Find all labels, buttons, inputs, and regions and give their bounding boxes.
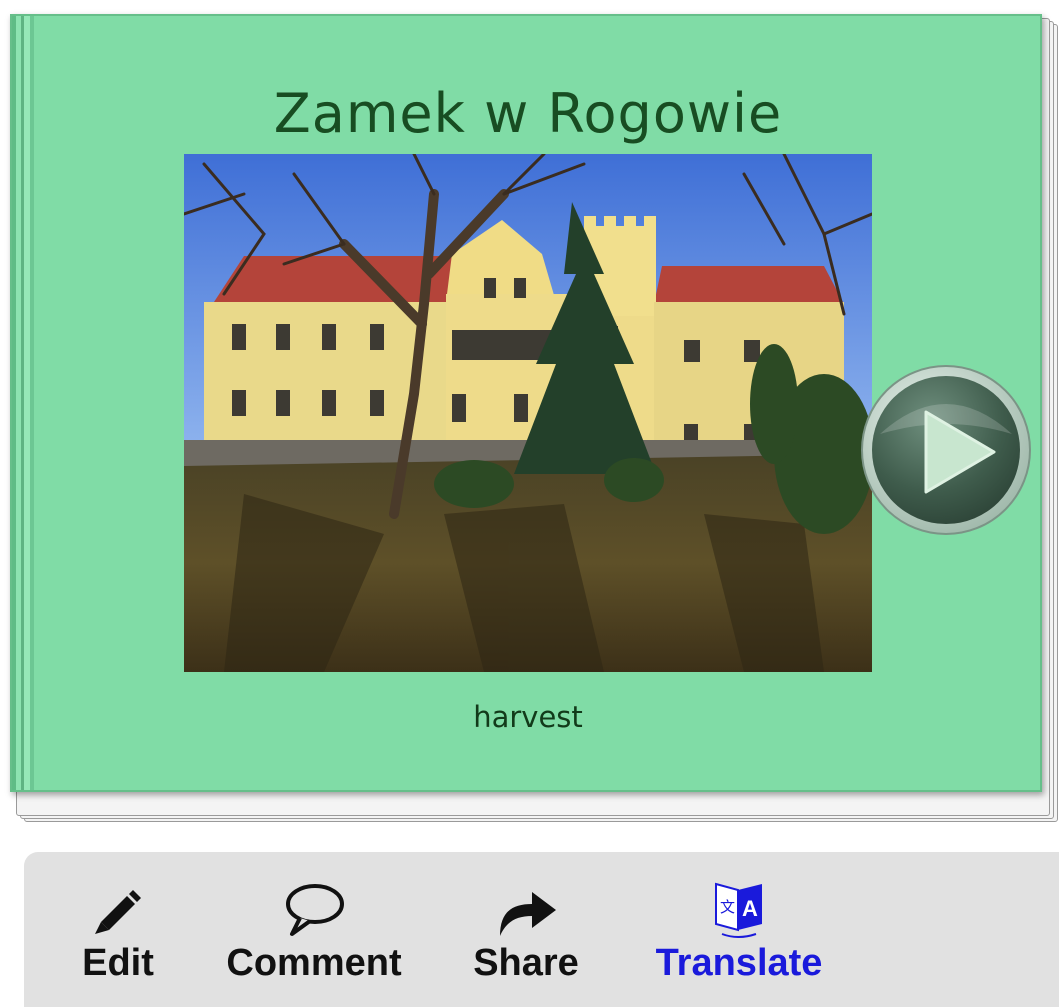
translate-button[interactable]: A 文 Translate: [644, 852, 834, 1007]
svg-text:A: A: [742, 896, 758, 921]
edit-label: Edit: [82, 942, 154, 984]
storybook-viewer: Zamek w Rogowie harvest Edit Comment Sha…: [0, 0, 1059, 1007]
share-arrow-icon: [464, 880, 588, 938]
comment-label: Comment: [226, 942, 402, 984]
book-title: Zamek w Rogowie: [273, 82, 783, 145]
play-icon: [861, 365, 1031, 535]
edit-button[interactable]: Edit: [68, 852, 168, 1007]
book: Zamek w Rogowie harvest: [10, 14, 1058, 822]
play-button[interactable]: [860, 364, 1032, 536]
svg-text:文: 文: [720, 898, 735, 916]
share-label: Share: [473, 942, 579, 984]
pencil-icon: [68, 880, 168, 938]
speech-bubble-icon: [214, 880, 414, 938]
cover-photo: [184, 154, 872, 672]
castle-photo: [184, 154, 872, 672]
action-toolbar: Edit Comment Share A 文 Translate: [24, 852, 1059, 1007]
translate-label: Translate: [655, 942, 823, 984]
comment-button[interactable]: Comment: [214, 852, 414, 1007]
share-button[interactable]: Share: [464, 852, 588, 1007]
translate-icon: A 文: [644, 880, 834, 938]
page-caption: harvest: [473, 700, 583, 734]
